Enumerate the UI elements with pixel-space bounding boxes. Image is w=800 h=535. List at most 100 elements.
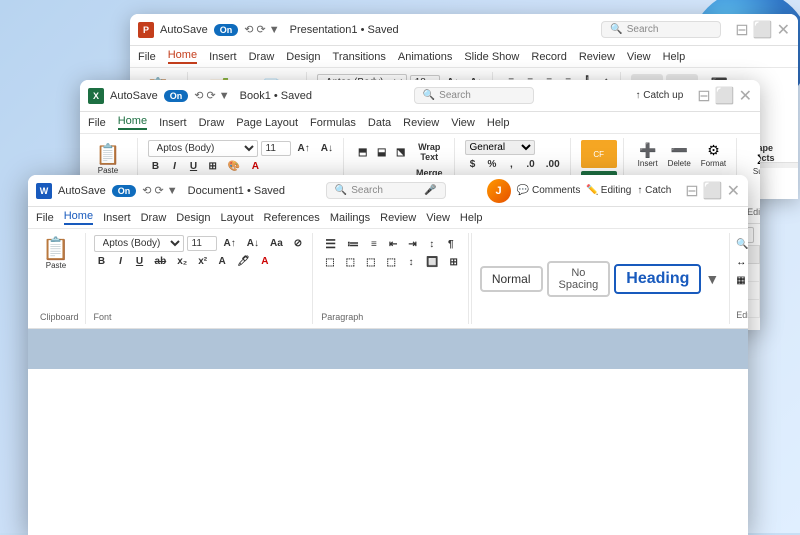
- wd-menu-help[interactable]: Help: [460, 212, 483, 224]
- ppt-menu-insert[interactable]: Insert: [209, 51, 237, 63]
- wd-style-heading[interactable]: Heading: [614, 264, 701, 294]
- wd-bold[interactable]: B: [94, 254, 110, 269]
- wd-italic[interactable]: I: [113, 254, 129, 269]
- ppt-menu-slideshow[interactable]: Slide Show: [464, 51, 519, 63]
- wd-align-center[interactable]: ⬚: [342, 255, 359, 270]
- xl-sum-button[interactable]: Σ Sum: [747, 149, 760, 178]
- xl-underline[interactable]: U: [186, 159, 202, 174]
- xl-conditional-formatting[interactable]: CF: [581, 140, 617, 168]
- wd-bullets[interactable]: ☰: [321, 235, 340, 253]
- wd-superscript[interactable]: x²: [194, 254, 211, 269]
- ppt-menu-animations[interactable]: Animations: [398, 51, 452, 63]
- ppt-search-box[interactable]: 🔍 Search: [601, 21, 721, 38]
- wd-show-para[interactable]: ¶: [443, 237, 459, 252]
- xl-catch-up[interactable]: ↑ Catch up: [635, 90, 683, 101]
- wd-autosave-toggle[interactable]: On: [112, 185, 137, 197]
- wd-font-selector[interactable]: Aptos (Body): [94, 235, 184, 252]
- xl-align-right[interactable]: ⬔: [392, 145, 408, 160]
- wd-align-right[interactable]: ⬚: [362, 255, 379, 270]
- xl-decrease-decimal[interactable]: .00: [542, 157, 564, 172]
- xl-insert-button[interactable]: ➕ Insert: [634, 140, 662, 170]
- xl-font-color[interactable]: A: [247, 159, 263, 174]
- wd-menu-layout[interactable]: Layout: [221, 212, 254, 224]
- wd-clear-format[interactable]: ⊘: [290, 236, 306, 251]
- wd-decrease-font[interactable]: A↓: [243, 236, 263, 251]
- wd-text-effects[interactable]: A: [214, 254, 230, 269]
- ppt-autosave-toggle[interactable]: On: [214, 24, 239, 36]
- xl-border[interactable]: ⊞: [205, 159, 221, 174]
- wd-subscript[interactable]: x₂: [173, 254, 191, 269]
- wd-menu-home[interactable]: Home: [64, 210, 93, 225]
- xl-bold[interactable]: B: [148, 159, 164, 174]
- wd-comments-button[interactable]: 💬 Comments: [517, 185, 581, 196]
- wd-menu-insert[interactable]: Insert: [103, 212, 131, 224]
- ppt-menu-review[interactable]: Review: [579, 51, 615, 63]
- ppt-menu-view[interactable]: View: [627, 51, 651, 63]
- xl-increase-decimal[interactable]: .0: [522, 157, 538, 172]
- ppt-menu-design[interactable]: Design: [286, 51, 320, 63]
- ppt-menu-help[interactable]: Help: [663, 51, 686, 63]
- xl-delete-button[interactable]: ➖ Delete: [664, 140, 695, 170]
- xl-menu-insert[interactable]: Insert: [159, 117, 187, 129]
- wd-catch-up[interactable]: ↑ Catch: [637, 185, 671, 196]
- xl-align-center[interactable]: ⬓: [373, 145, 389, 160]
- xl-font-selector[interactable]: Aptos (Body): [148, 140, 258, 157]
- xl-menu-view[interactable]: View: [451, 117, 475, 129]
- wd-style-normal[interactable]: Normal: [480, 266, 543, 292]
- xl-menu-review[interactable]: Review: [403, 117, 439, 129]
- xl-menu-draw[interactable]: Draw: [199, 117, 225, 129]
- wd-indent-less[interactable]: ⇤: [385, 237, 401, 252]
- wd-editing-button[interactable]: ✏️ Editing: [586, 185, 631, 196]
- xl-increase-font[interactable]: A↑: [294, 141, 314, 156]
- wd-border[interactable]: ⊞: [445, 255, 461, 270]
- wd-line-spacing[interactable]: ↕: [403, 255, 419, 270]
- xl-menu-file[interactable]: File: [88, 117, 106, 129]
- wd-underline[interactable]: U: [132, 254, 148, 269]
- xl-format-button[interactable]: ⚙ Format: [697, 140, 730, 170]
- xl-percent[interactable]: %: [484, 157, 501, 172]
- wd-indent-more[interactable]: ⇥: [404, 237, 420, 252]
- wd-menu-references[interactable]: References: [264, 212, 320, 224]
- wd-menu-file[interactable]: File: [36, 212, 54, 224]
- wd-menu-view[interactable]: View: [426, 212, 450, 224]
- xl-menu-pagelayout[interactable]: Page Layout: [236, 117, 298, 129]
- wd-numbering[interactable]: ≔: [343, 235, 363, 253]
- wd-change-case[interactable]: Aa: [266, 236, 287, 251]
- xl-paste-button[interactable]: 📋 Paste: [92, 140, 124, 177]
- xl-search-box[interactable]: 🔍 Search: [414, 87, 534, 104]
- xl-italic[interactable]: I: [167, 159, 183, 174]
- xl-currency[interactable]: $: [465, 157, 481, 172]
- xl-number-format[interactable]: General: [465, 140, 535, 155]
- wd-highlight[interactable]: 🖊: [233, 254, 254, 269]
- xl-autosave-toggle[interactable]: On: [164, 90, 189, 102]
- xl-font-size[interactable]: [261, 141, 291, 156]
- xl-align-left[interactable]: ⬒: [354, 145, 370, 160]
- wd-justify[interactable]: ⬚: [383, 255, 400, 270]
- wd-align-left[interactable]: ⬚: [321, 255, 338, 270]
- wd-menu-draw[interactable]: Draw: [141, 212, 167, 224]
- ppt-menu-transitions[interactable]: Transitions: [333, 51, 386, 63]
- xl-menu-home[interactable]: Home: [118, 115, 147, 130]
- wd-styles-scroll-down[interactable]: ▼: [705, 271, 719, 287]
- wd-sort[interactable]: ↕: [424, 237, 440, 252]
- wd-style-no-spacing[interactable]: No Spacing: [547, 261, 611, 297]
- wd-search-box[interactable]: 🔍 Search 🎤: [326, 182, 446, 199]
- xl-decrease-font[interactable]: A↓: [317, 141, 337, 156]
- wd-multilevel-list[interactable]: ≡: [366, 237, 382, 252]
- ppt-menu-draw[interactable]: Draw: [249, 51, 275, 63]
- wd-strikethrough[interactable]: ab: [151, 254, 171, 269]
- xl-fill-color[interactable]: 🎨: [224, 159, 244, 174]
- wd-menu-mailings[interactable]: Mailings: [330, 212, 370, 224]
- wd-font-size[interactable]: [187, 236, 217, 251]
- wd-increase-font[interactable]: A↑: [220, 236, 240, 251]
- wd-menu-design[interactable]: Design: [176, 212, 210, 224]
- ppt-menu-file[interactable]: File: [138, 51, 156, 63]
- ppt-menu-record[interactable]: Record: [531, 51, 566, 63]
- wd-menu-review[interactable]: Review: [380, 212, 416, 224]
- xl-menu-data[interactable]: Data: [368, 117, 391, 129]
- wd-paste-button[interactable]: 📋 Paste: [40, 235, 72, 272]
- wd-font-color[interactable]: A: [257, 254, 273, 269]
- xl-menu-formulas[interactable]: Formulas: [310, 117, 356, 129]
- xl-wrap-text[interactable]: Wrap Text: [411, 140, 448, 164]
- xl-menu-help[interactable]: Help: [487, 117, 510, 129]
